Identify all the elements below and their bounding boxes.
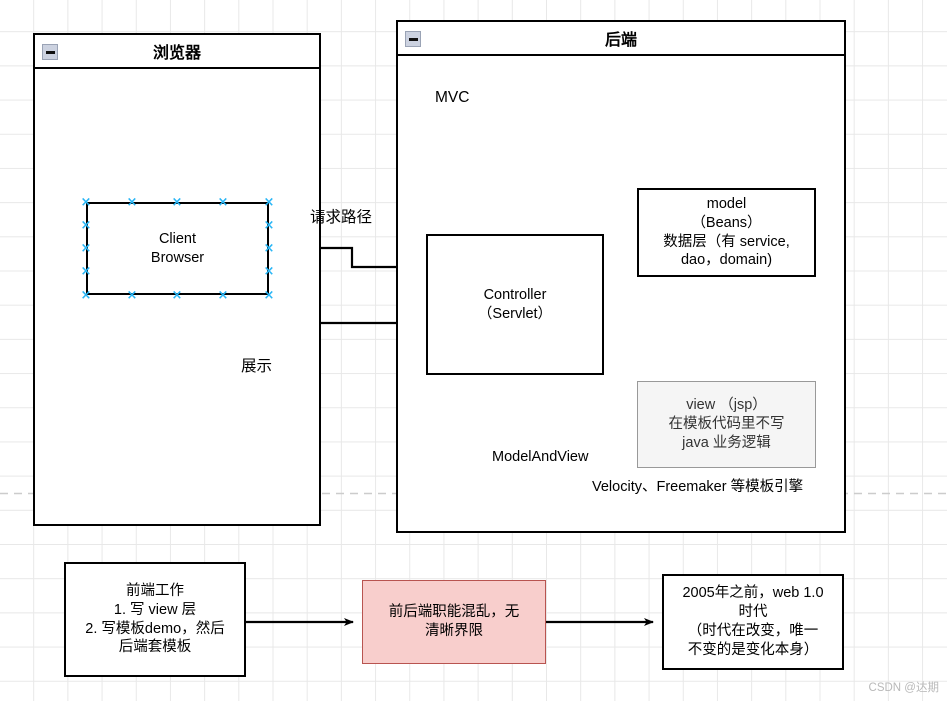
node-client-browser[interactable]: Client Browser: [86, 202, 269, 295]
selection-handle[interactable]: ×: [264, 289, 275, 302]
node-controller[interactable]: Controller （Servlet）: [426, 234, 604, 375]
node-frontend-work[interactable]: 前端工作 1. 写 view 层 2. 写模板demo，然后 后端套模板: [64, 562, 246, 677]
node-model[interactable]: model （Beans） 数据层（有 service, dao，domain): [637, 188, 816, 277]
selection-handle[interactable]: ×: [218, 196, 229, 209]
container-backend-title-bar: 后端: [398, 22, 844, 56]
watermark: CSDN @达期: [868, 682, 939, 694]
selection-handle[interactable]: ×: [81, 219, 92, 232]
container-browser-title-bar: 浏览器: [35, 35, 319, 69]
selection-handle[interactable]: ×: [81, 242, 92, 255]
selection-handle[interactable]: ×: [127, 196, 138, 209]
node-view[interactable]: view （jsp） 在模板代码里不写 java 业务逻辑: [637, 381, 816, 468]
model-and-view-label: ModelAndView: [492, 449, 589, 465]
selection-handle[interactable]: ×: [81, 289, 92, 302]
minus-icon[interactable]: [42, 44, 58, 60]
minus-icon[interactable]: [405, 31, 421, 47]
selection-handle[interactable]: ×: [264, 242, 275, 255]
selection-handle[interactable]: ×: [218, 289, 229, 302]
selection-handle[interactable]: ×: [81, 196, 92, 209]
container-backend-title: 后端: [604, 32, 637, 49]
selection-handle[interactable]: ×: [264, 196, 275, 209]
selection-handle[interactable]: ×: [81, 265, 92, 278]
node-confusion[interactable]: 前后端职能混乱，无 清晰界限: [362, 580, 546, 664]
selection-handle[interactable]: ×: [264, 265, 275, 278]
request-path-label: 请求路径: [310, 209, 373, 226]
minus-icon-bar: [45, 50, 55, 54]
display-label: 展示: [241, 358, 273, 375]
selection-handle[interactable]: ×: [172, 289, 183, 302]
template-engine-label: Velocity、Freemaker 等模板引擎: [592, 479, 804, 495]
selection-handle[interactable]: ×: [127, 289, 138, 302]
selection-handle[interactable]: ×: [264, 219, 275, 232]
node-web10-era[interactable]: 2005年之前，web 1.0 时代 （时代在改变，唯一 不变的是变化本身）: [662, 574, 844, 670]
diagram-canvas: 浏览器 后端 Client Browser Controller （Servle…: [0, 0, 947, 701]
container-browser-title: 浏览器: [152, 45, 201, 62]
mvc-label: MVC: [435, 89, 470, 106]
minus-icon-bar: [408, 37, 418, 41]
selection-handle[interactable]: ×: [172, 196, 183, 209]
